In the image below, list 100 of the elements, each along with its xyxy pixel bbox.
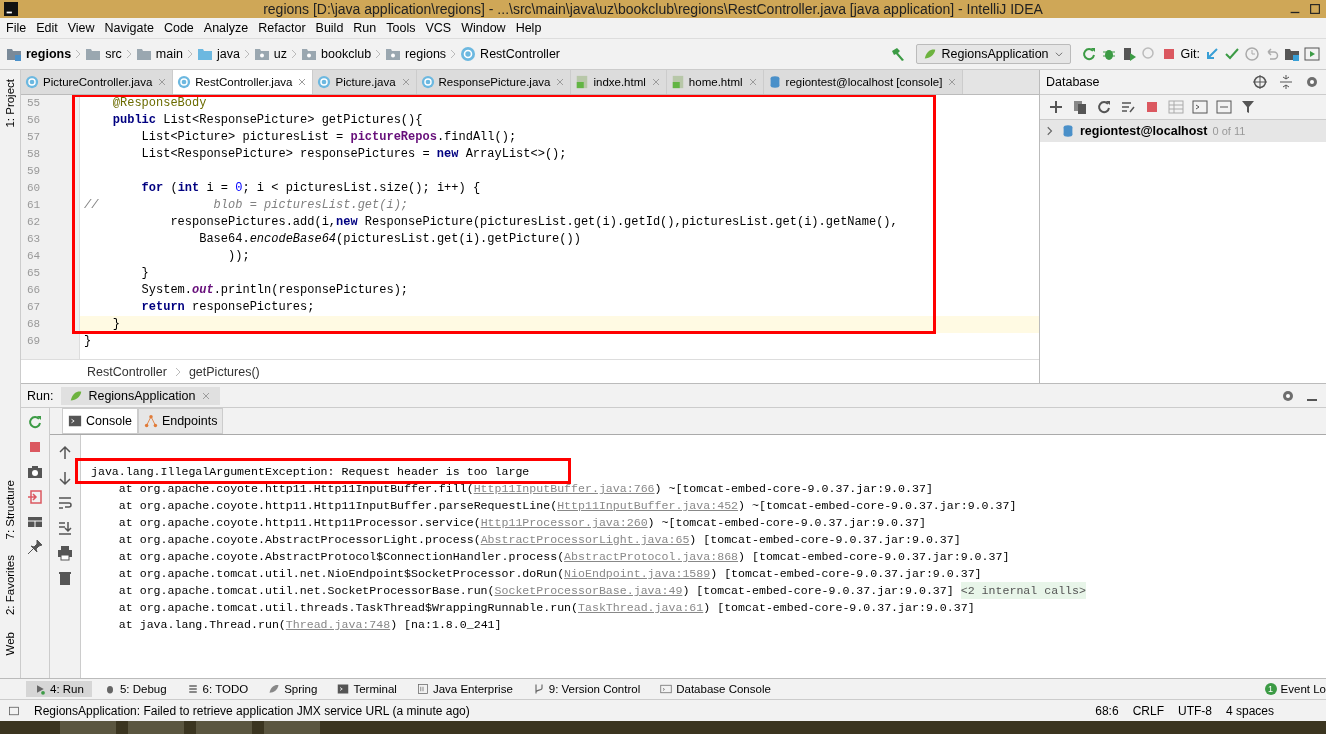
status-item[interactable]: 4 spaces [1225,703,1274,718]
folder-icon[interactable] [135,46,152,62]
breadcrumb-item[interactable]: src [105,47,122,61]
breadcrumb-item[interactable]: RestController [87,364,167,379]
console-icon[interactable] [1192,99,1208,115]
menu-item[interactable]: Code [159,21,198,35]
camera-icon[interactable] [27,464,43,480]
tool-window-tab[interactable]: Event Lo [1280,683,1326,695]
breadcrumb-item[interactable]: uz [273,47,288,61]
tool-window-tab[interactable]: 2: Favorites [4,552,16,619]
menu-item[interactable]: Window [457,21,510,35]
project-structure-icon[interactable] [1284,46,1300,62]
layout-icon[interactable] [27,514,43,530]
source-link[interactable]: Http11InputBuffer.java:452 [557,497,739,514]
source-folder-icon[interactable] [196,46,213,62]
run-configuration-dropdown[interactable]: RegionsApplication [915,44,1071,64]
breadcrumb-item[interactable]: RestController [480,47,560,61]
rerun-icon[interactable] [1080,46,1097,62]
database-tree-item[interactable]: regiontest@localhost 0 of 11 [1040,120,1326,142]
run-tab[interactable]: RegionsApplication [61,386,221,405]
menu-item[interactable]: VCS [421,21,456,35]
run-window-icon[interactable] [1304,46,1320,62]
breadcrumb-item[interactable]: java [216,47,240,61]
source-link[interactable]: TaskThread.java:61 [578,599,704,616]
tool-window-tab[interactable]: Terminal [329,681,405,697]
source-link[interactable]: NioEndpoint.java:1589 [564,565,711,582]
console-tab[interactable]: Console [62,408,138,434]
trash-icon[interactable] [57,570,73,586]
internal-calls-fold[interactable]: <2 internal calls> [960,582,1086,599]
breadcrumb-item[interactable]: bookclub [321,47,372,61]
menu-item[interactable]: Build [311,21,348,35]
package-icon[interactable] [385,46,402,62]
source-link[interactable]: SocketProcessorBase.java:49 [494,582,683,599]
editor-tab[interactable]: regiontest@localhost [console] [763,70,964,94]
class-icon[interactable] [25,75,39,89]
editor-tab[interactable]: indxe.html [571,70,667,94]
edit-icon[interactable] [1120,99,1136,115]
editor-tab[interactable]: Picture.java [313,70,417,94]
menu-item[interactable]: Refactor [254,21,310,35]
rerun-icon[interactable] [27,414,43,430]
console-tab[interactable]: Endpoints [137,408,224,434]
tool-window-tab[interactable]: Database Console [652,681,779,697]
breadcrumb-item[interactable]: regions [26,47,72,61]
html-file-icon[interactable] [575,75,590,89]
editor-tab[interactable]: PictureController.java [21,70,174,94]
soft-wrap-icon[interactable] [57,495,73,511]
pin-icon[interactable] [27,539,43,555]
folder-icon[interactable] [85,46,102,62]
tool-window-tab[interactable]: 1: Project [4,76,16,131]
tool-window-tab[interactable]: 4: Run [26,681,92,697]
menu-item[interactable]: Tools [382,21,420,35]
tool-window-tab[interactable]: Java Enterprise [408,681,521,697]
tool-window-tab[interactable]: Web [4,628,16,658]
status-icon[interactable] [8,704,20,717]
source-link[interactable]: Http11InputBuffer.java:766 [473,480,655,497]
target-icon[interactable] [1252,74,1268,90]
filter-icon[interactable] [1240,99,1256,115]
package-icon[interactable] [301,46,318,62]
stop-icon[interactable] [27,439,43,455]
copy-icon[interactable] [1072,99,1088,115]
print-icon[interactable] [57,545,73,561]
scroll-to-end-icon[interactable] [57,520,73,536]
down-arrow-icon[interactable] [57,470,73,486]
menu-item[interactable]: Run [349,21,381,35]
source-link[interactable]: AbstractProtocol.java:868 [564,548,739,565]
hammer-icon[interactable] [889,46,906,62]
tool-window-tab[interactable]: 6: TODO [178,681,257,697]
editor-tab[interactable]: ResponsePicture.java [416,70,572,94]
menu-item[interactable]: View [63,21,99,35]
project-folder-icon[interactable] [6,46,22,62]
status-item[interactable]: 68:6 [1095,703,1119,718]
history-icon[interactable] [1244,46,1260,62]
settings-icon[interactable] [1304,74,1320,90]
tool-window-tab[interactable]: 5: Debug [95,681,175,697]
refresh-icon[interactable] [1096,99,1112,115]
exit-icon[interactable] [27,489,43,505]
commit-check-icon[interactable] [1224,46,1240,62]
class-icon[interactable] [317,75,332,89]
breadcrumb-item[interactable]: main [155,47,183,61]
maximize-icon[interactable] [1308,2,1322,16]
menu-item[interactable]: Help [511,21,546,35]
status-item[interactable]: CRLF [1132,703,1164,718]
class-icon[interactable] [420,75,435,89]
update-icon[interactable] [1204,46,1220,62]
source-link[interactable]: AbstractProcessorLight.java:65 [480,531,690,548]
menu-item[interactable]: Edit [32,21,62,35]
class-icon[interactable] [177,75,192,89]
stop-icon[interactable] [1144,99,1160,115]
breadcrumb-item[interactable]: regions [405,47,447,61]
tool-window-tab[interactable]: 7: Structure [4,477,16,543]
class-icon[interactable] [460,46,477,62]
html-file-icon[interactable] [670,75,685,89]
source-link[interactable]: Thread.java:748 [285,616,391,633]
editor-tab[interactable]: home.html [666,70,764,94]
collapse-icon[interactable] [1278,74,1294,90]
tool-window-tab[interactable]: 9: Version Control [524,681,649,697]
editor-tab[interactable]: RestController.java [173,70,314,94]
status-item[interactable]: UTF-8 [1177,703,1212,718]
add-icon[interactable] [1048,99,1064,115]
tool-window-tab[interactable]: Spring [260,681,326,697]
